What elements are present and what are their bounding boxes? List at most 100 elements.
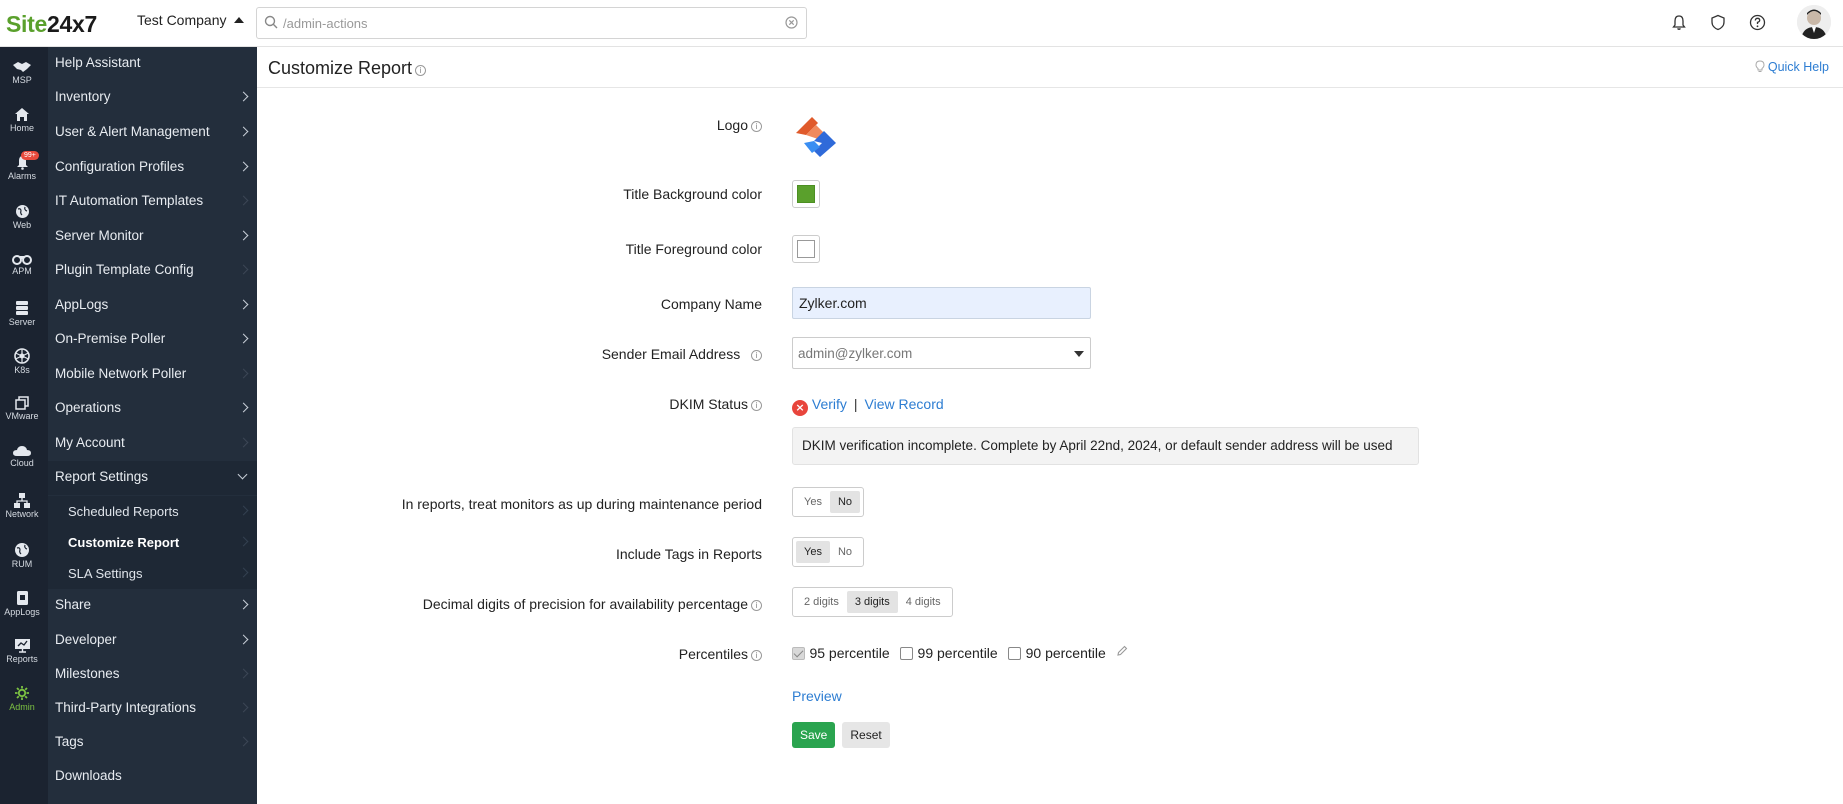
search-box[interactable] <box>256 7 807 39</box>
admin-gear-icon <box>15 686 29 700</box>
info-icon[interactable]: i <box>751 600 762 611</box>
submenu-item-sla-settings[interactable]: SLA Settings <box>48 558 257 589</box>
percentile-99-checkbox[interactable] <box>900 647 914 660</box>
reset-button[interactable]: Reset <box>842 722 890 748</box>
edit-pencil-icon[interactable] <box>1116 645 1128 657</box>
maintenance-no-option[interactable]: No <box>829 491 861 513</box>
decimal-3-digits-option[interactable]: 3 digits <box>846 591 898 613</box>
menu-item-report-settings[interactable]: Report Settings <box>48 461 257 495</box>
info-icon[interactable]: i <box>415 65 427 76</box>
include-tags-no-option[interactable]: No <box>830 541 860 563</box>
submenu-item-customize-report[interactable]: Customize Report <box>48 527 257 558</box>
menu-item-plugin-template-config[interactable]: Plugin Template Config <box>48 254 257 288</box>
menu-item-downloads[interactable]: Downloads <box>48 760 257 794</box>
menu-item-inventory[interactable]: Inventory <box>48 81 257 115</box>
info-icon[interactable]: i <box>751 400 762 411</box>
title-background-color-picker[interactable] <box>792 180 820 208</box>
rail-item-admin[interactable]: Admin <box>0 685 44 712</box>
menu-item-configuration-profiles[interactable]: Configuration Profiles <box>48 151 257 185</box>
decimal-precision-toggle: 2 digits 3 digits 4 digits <box>792 587 953 617</box>
menu-item-third-party-integrations[interactable]: Third-Party Integrations <box>48 692 257 726</box>
company-name-input[interactable]: Zylker.com <box>792 287 1091 319</box>
chevron-down-icon <box>237 469 248 480</box>
menu-item-milestones[interactable]: Milestones <box>48 658 257 692</box>
rail-item-applogs[interactable]: AppLogs <box>0 590 44 617</box>
menu-item-share[interactable]: Share <box>48 589 257 623</box>
maintenance-yes-option[interactable]: Yes <box>796 491 830 513</box>
alarm-count-badge: 99+ <box>21 151 39 160</box>
rail-item-vmware[interactable]: VMware <box>0 396 44 421</box>
rail-item-home[interactable]: Home <box>0 107 44 133</box>
chevron-right-icon <box>238 505 249 516</box>
chevron-right-icon <box>238 91 249 102</box>
help-icon[interactable] <box>1749 14 1766 31</box>
sender-email-select[interactable]: admin@zylker.com <box>792 337 1091 369</box>
title-background-color-label: Title Background color <box>623 186 762 202</box>
percentile-90-checkbox[interactable] <box>1008 647 1022 660</box>
percentile-90-label: 90 percentile <box>1025 645 1106 661</box>
binoculars-icon <box>12 255 32 265</box>
menu-item-developer[interactable]: Developer <box>48 624 257 658</box>
menu-item-server-monitor[interactable]: Server Monitor <box>48 220 257 254</box>
chevron-right-icon <box>238 264 249 275</box>
menu-item-it-automation-templates[interactable]: IT Automation Templates <box>48 185 257 219</box>
title-background-swatch <box>797 185 815 203</box>
logo-image[interactable] <box>792 111 840 164</box>
quick-help-link[interactable]: Quick Help <box>1755 60 1829 74</box>
title-foreground-color-picker[interactable] <box>792 235 820 263</box>
verify-link[interactable]: Verify <box>812 396 847 412</box>
user-avatar[interactable] <box>1797 5 1831 39</box>
decimal-4-digits-option[interactable]: 4 digits <box>898 591 949 613</box>
percentile-95-checkbox[interactable] <box>792 647 805 660</box>
rail-item-alarms[interactable]: 99+ Alarms <box>0 151 44 181</box>
chevron-right-icon <box>238 567 249 578</box>
shield-icon[interactable] <box>1710 14 1726 31</box>
view-record-link[interactable]: View Record <box>865 396 944 412</box>
menu-item-operations[interactable]: Operations <box>48 392 257 426</box>
server-icon <box>16 301 28 315</box>
page-header: Customize Report i Quick Help <box>257 47 1843 88</box>
preview-link[interactable]: Preview <box>792 688 842 704</box>
save-button[interactable]: Save <box>792 722 836 748</box>
menu-item-my-account[interactable]: My Account <box>48 427 257 461</box>
menu-item-help-assistant[interactable]: Help Assistant <box>48 47 257 81</box>
chevron-right-icon <box>238 299 249 310</box>
company-switcher[interactable]: Test Company <box>137 12 245 28</box>
chevron-right-icon <box>238 599 249 610</box>
bell-icon[interactable] <box>1671 14 1687 31</box>
info-icon[interactable]: i <box>751 650 762 661</box>
include-tags-yes-option[interactable]: Yes <box>796 541 830 563</box>
menu-item-mobile-network-poller[interactable]: Mobile Network Poller <box>48 358 257 392</box>
menu-item-user-alert-management[interactable]: User & Alert Management <box>48 116 257 150</box>
lightbulb-icon <box>1755 60 1765 72</box>
info-icon[interactable]: i <box>751 121 762 132</box>
report-settings-submenu: Scheduled Reports Customize Report SLA S… <box>48 496 257 589</box>
rail-item-reports[interactable]: Reports <box>0 638 44 664</box>
rail-item-rum[interactable]: RUM <box>0 542 44 569</box>
submenu-item-scheduled-reports[interactable]: Scheduled Reports <box>48 496 257 527</box>
chevron-right-icon <box>238 702 249 713</box>
title-foreground-color-label: Title Foreground color <box>625 241 762 257</box>
vmware-icon <box>15 396 29 410</box>
chevron-right-icon <box>238 161 249 172</box>
chevron-right-icon <box>238 402 249 413</box>
menu-item-on-premise-poller[interactable]: On-Premise Poller <box>48 323 257 357</box>
rail-item-apm[interactable]: APM <box>0 252 44 276</box>
site24x7-logo[interactable]: Site24x7 <box>6 11 97 38</box>
search-input[interactable] <box>283 13 763 33</box>
rail-item-network[interactable]: Network <box>0 493 44 519</box>
rail-item-web[interactable]: Web <box>0 204 44 230</box>
rail-item-k8s[interactable]: K8s <box>0 348 44 375</box>
decimal-2-digits-option[interactable]: 2 digits <box>796 591 847 613</box>
rail-item-server[interactable]: Server <box>0 300 44 327</box>
icon-rail: MSP Home 99+ Alarms Web APM Server K8s V… <box>0 47 48 804</box>
menu-item-applogs[interactable]: AppLogs <box>48 289 257 323</box>
percentiles-label: Percentiles i <box>679 646 762 662</box>
company-name: Test Company <box>137 12 227 28</box>
clear-search-icon[interactable] <box>785 16 798 29</box>
rail-item-msp[interactable]: MSP <box>0 60 44 85</box>
include-tags-label: Include Tags in Reports <box>615 546 762 562</box>
rail-item-cloud[interactable]: Cloud <box>0 445 44 468</box>
info-icon[interactable]: i <box>751 350 762 361</box>
menu-item-tags[interactable]: Tags <box>48 726 257 760</box>
